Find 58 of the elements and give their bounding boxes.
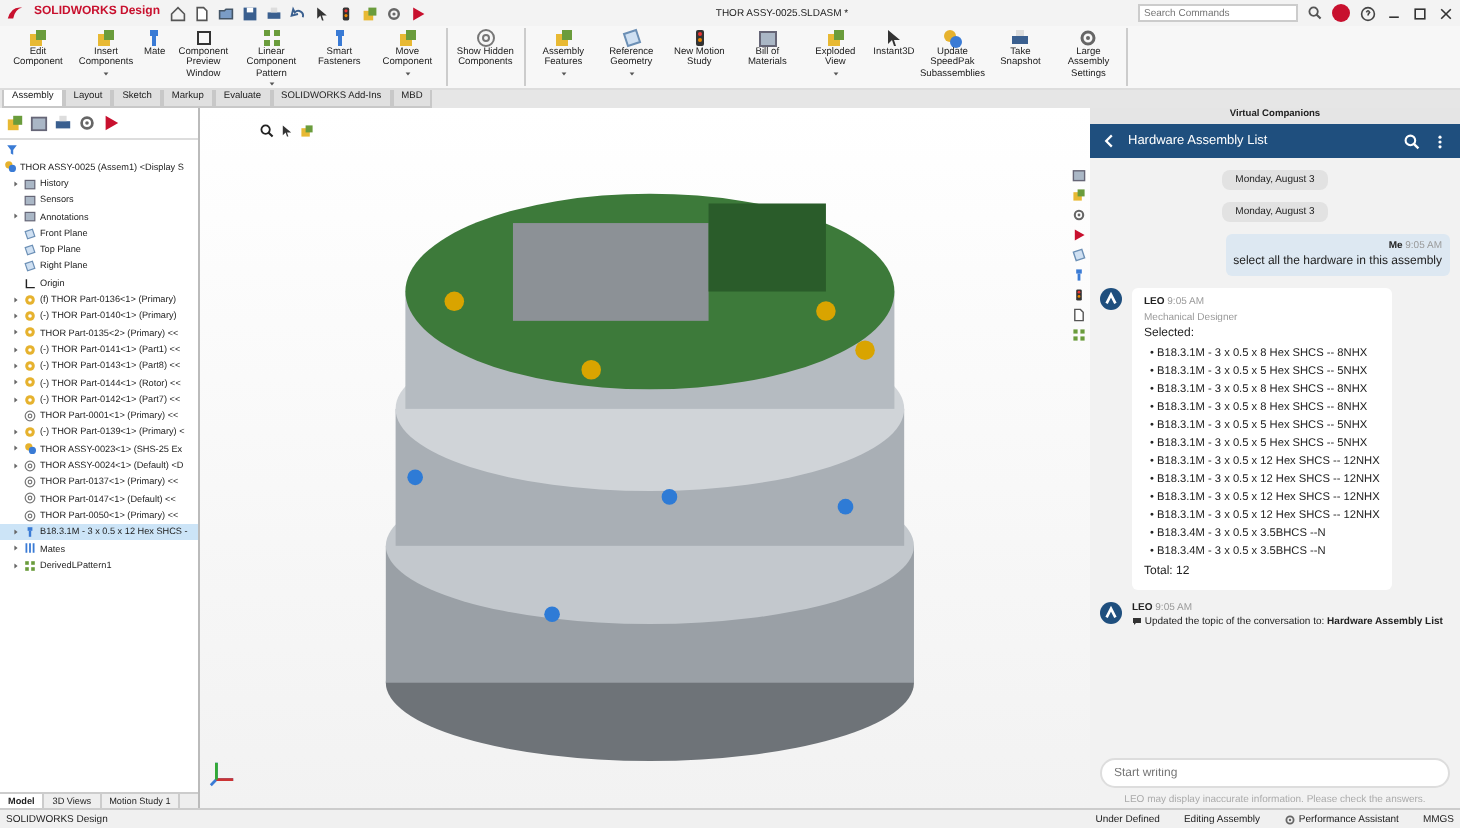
chat-icon — [1132, 616, 1142, 627]
tool-icon — [825, 28, 846, 48]
tool-icon — [942, 28, 963, 48]
tool-icon — [475, 28, 496, 48]
fastener-icon — [24, 525, 36, 538]
maximize-icon[interactable] — [1412, 5, 1428, 21]
home-icon[interactable] — [170, 5, 187, 21]
pattern-icon — [24, 559, 36, 572]
tool-icon — [553, 28, 574, 48]
tool-icon — [883, 28, 904, 48]
part-icon — [24, 426, 36, 439]
tool-icon — [96, 28, 116, 48]
feature-tree-icon[interactable] — [6, 114, 24, 132]
caret-icon[interactable] — [403, 69, 412, 78]
task-pane-icon[interactable] — [1072, 308, 1086, 322]
task-pane-icon[interactable] — [1072, 288, 1086, 302]
print-icon[interactable] — [266, 5, 283, 21]
search-icon[interactable] — [1308, 6, 1322, 20]
select-icon[interactable] — [314, 5, 331, 21]
assembly-icon — [4, 160, 16, 173]
undo-icon[interactable] — [290, 5, 307, 21]
close-icon[interactable] — [1438, 5, 1454, 21]
tool-icon — [757, 28, 778, 48]
configuration-icon[interactable] — [54, 114, 72, 132]
filter-icon[interactable] — [6, 144, 18, 157]
folder-icon[interactable] — [218, 5, 235, 21]
record-icon[interactable] — [410, 5, 427, 21]
new-document-icon[interactable] — [194, 5, 211, 21]
help-icon[interactable] — [1360, 5, 1376, 21]
view-orientation-icon[interactable] — [300, 124, 314, 138]
user-avatar-icon[interactable] — [1332, 4, 1350, 22]
traffic-light-icon[interactable] — [338, 5, 355, 21]
tool-icon — [28, 28, 48, 48]
zoom-icon[interactable] — [260, 124, 274, 138]
caret-icon[interactable] — [831, 69, 840, 78]
file-properties-icon[interactable] — [362, 5, 379, 21]
subassembly-icon — [24, 442, 36, 455]
mates-icon — [24, 542, 36, 555]
axis-triad-icon — [208, 760, 236, 788]
back-icon[interactable] — [1102, 134, 1116, 148]
caret-icon[interactable] — [559, 69, 568, 78]
property-icon[interactable] — [30, 114, 48, 132]
appearance-icon[interactable] — [102, 114, 120, 132]
tool-icon — [397, 28, 418, 48]
agent-avatar-icon — [1100, 288, 1122, 311]
agent-avatar-icon — [1100, 601, 1122, 624]
caret-icon[interactable] — [627, 69, 636, 78]
target-icon[interactable] — [78, 114, 96, 132]
logo-icon — [6, 4, 24, 22]
view-select-icon[interactable] — [280, 124, 294, 138]
tool-icon — [193, 28, 214, 48]
settings-icon[interactable] — [386, 5, 403, 21]
tool-icon — [1078, 28, 1099, 48]
origin-icon — [24, 277, 36, 290]
tool-icon — [261, 28, 282, 48]
gear-icon — [1284, 813, 1297, 825]
hidden-part-icon — [24, 409, 36, 422]
save-icon[interactable] — [242, 5, 259, 21]
